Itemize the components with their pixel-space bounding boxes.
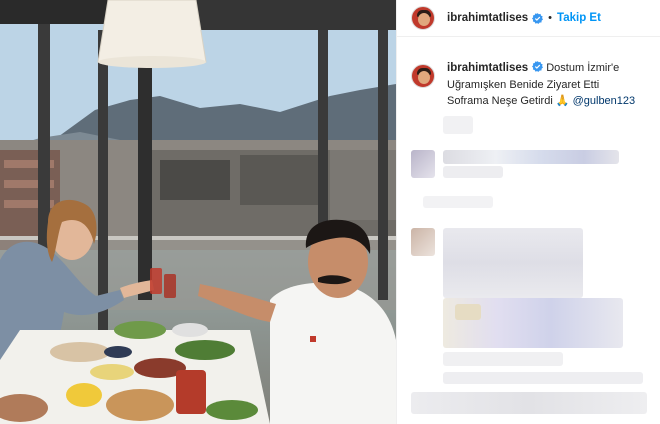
blurred-comment-line — [455, 304, 481, 320]
separator-dot: • — [548, 12, 553, 24]
photo-scene — [0, 0, 396, 424]
mention-link[interactable]: @gulben123 — [573, 95, 636, 107]
username-link[interactable]: ibrahimtatlises — [447, 12, 528, 24]
verified-badge-icon — [532, 12, 544, 24]
caption-line-1: Dostum İzmir'e — [546, 62, 620, 74]
follow-button[interactable]: Takip Et — [557, 12, 601, 24]
avatar[interactable] — [411, 6, 435, 30]
post-side-panel: ibrahimtatlises • Takip Et ibrahimtatlis… — [396, 0, 660, 424]
caption-line-3: Soframa Neşe Getirdi — [447, 95, 553, 107]
blurred-block — [443, 116, 473, 134]
blurred-avatar — [411, 228, 435, 256]
blurred-comment-line — [411, 392, 647, 414]
post-photo[interactable] — [0, 0, 396, 424]
post-header: ibrahimtatlises • Takip Et — [397, 0, 660, 37]
caption-username-link[interactable]: ibrahimtatlises — [447, 62, 528, 74]
blurred-comment-block — [443, 228, 583, 298]
blurred-block — [423, 196, 493, 208]
caption-text: ibrahimtatlises Dostum İzmir'e Uğramışke… — [447, 60, 635, 110]
blurred-avatar — [411, 150, 435, 178]
blurred-comment-line — [443, 372, 643, 384]
blurred-comment-line — [443, 166, 503, 178]
praying-hands-icon: 🙏 — [555, 95, 570, 107]
caption-avatar[interactable] — [411, 64, 435, 88]
post-caption: ibrahimtatlises Dostum İzmir'e Uğramışke… — [411, 60, 651, 110]
caption-line-2: Uğramışken Benide Ziyaret Etti — [447, 78, 600, 91]
caption-verified-badge-icon — [532, 61, 544, 72]
blurred-comment-line — [443, 150, 619, 164]
blurred-comment-line — [443, 352, 563, 366]
